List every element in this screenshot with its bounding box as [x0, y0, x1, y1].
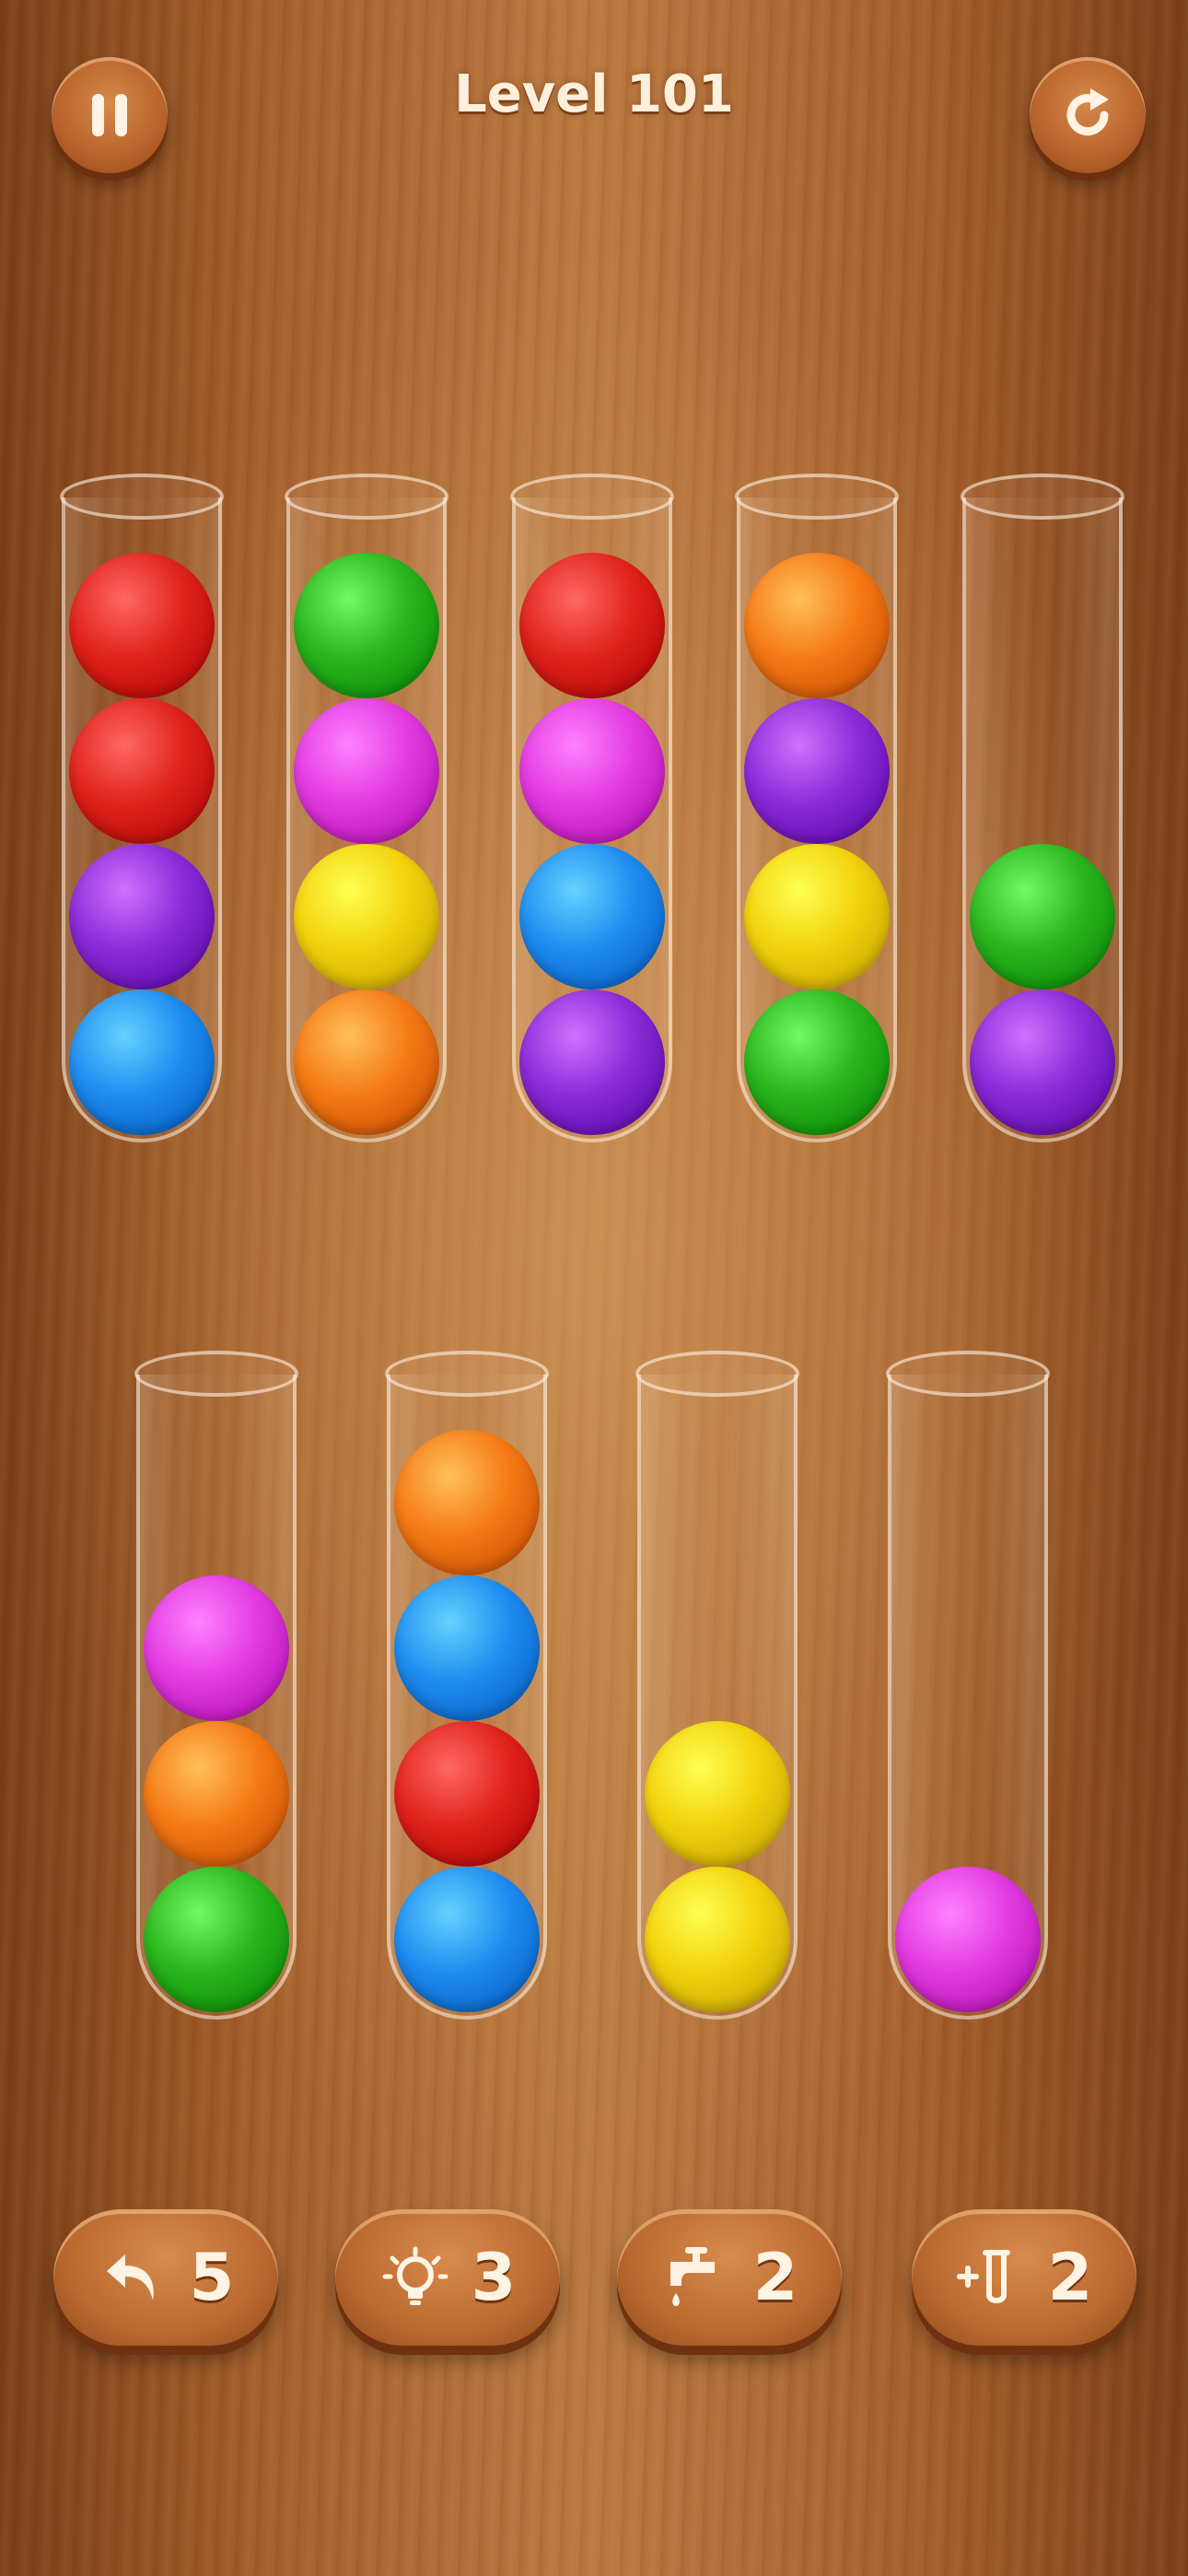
undo-icon	[106, 2254, 154, 2301]
ball-green	[744, 989, 890, 1135]
add-tube-button[interactable]: 2	[912, 2209, 1136, 2346]
ball-yellow	[645, 1721, 790, 1867]
faucet-button[interactable]: 2	[617, 2209, 842, 2346]
ball-orange	[144, 1721, 289, 1867]
ball-purple	[69, 844, 215, 989]
restart-icon	[1066, 88, 1109, 136]
faucet-icon	[670, 2247, 715, 2306]
tube-5[interactable]	[961, 474, 1124, 1142]
ball-purple	[970, 989, 1115, 1135]
hint-count: 3	[471, 2240, 517, 2315]
ball-orange	[744, 553, 890, 698]
add-tube-count: 2	[1047, 2240, 1093, 2315]
faucet-count: 2	[752, 2240, 798, 2315]
ball-red	[394, 1721, 540, 1867]
ball-red	[69, 553, 215, 698]
tube-6[interactable]	[134, 1351, 298, 2020]
tube-2[interactable]	[285, 474, 448, 1142]
ball-red	[69, 698, 215, 844]
undo-button[interactable]: 5	[53, 2209, 278, 2346]
ball-yellow	[744, 844, 890, 989]
tube-8[interactable]	[635, 1351, 799, 2020]
ball-blue	[394, 1575, 540, 1721]
ball-magenta	[294, 698, 439, 844]
ball-magenta	[519, 698, 665, 844]
ball-blue	[519, 844, 665, 989]
ball-orange	[294, 989, 439, 1135]
ball-yellow	[294, 844, 439, 989]
tube-7[interactable]	[385, 1351, 549, 2020]
ball-magenta	[144, 1575, 289, 1721]
ball-yellow	[645, 1867, 790, 2012]
lightbulb-icon	[382, 2246, 448, 2305]
tube-4[interactable]	[735, 474, 899, 1142]
tube-1[interactable]	[60, 474, 224, 1142]
undo-count: 5	[189, 2240, 235, 2315]
hint-button[interactable]: 3	[335, 2209, 560, 2346]
tube-9[interactable]	[886, 1351, 1050, 2020]
ball-green	[144, 1867, 289, 2012]
ball-orange	[394, 1430, 540, 1575]
level-title: Level 101	[454, 64, 734, 124]
ball-purple	[519, 989, 665, 1135]
ball-magenta	[895, 1867, 1041, 2012]
ball-green	[294, 553, 439, 698]
tube-3[interactable]	[510, 474, 674, 1142]
ball-red	[519, 553, 665, 698]
ball-blue	[394, 1867, 540, 2012]
add-tube-icon	[956, 2250, 1010, 2303]
ball-purple	[744, 698, 890, 844]
ball-blue	[69, 989, 215, 1135]
ball-green	[970, 844, 1115, 989]
restart-button[interactable]	[1030, 57, 1146, 173]
